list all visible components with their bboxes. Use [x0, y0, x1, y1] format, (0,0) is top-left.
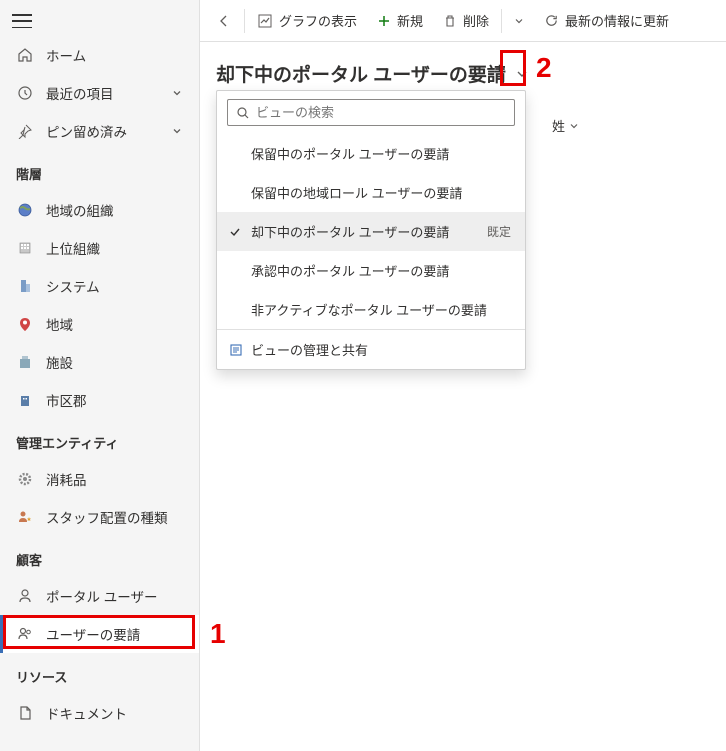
- clock-icon: [16, 84, 34, 102]
- nav-parent-org[interactable]: 上位組織: [0, 229, 199, 267]
- map-pin-icon: [16, 315, 34, 333]
- nav-label: ピン留め済み: [46, 121, 127, 141]
- nav-label: 消耗品: [46, 469, 87, 489]
- manage-label: ビューの管理と共有: [251, 340, 368, 359]
- building-icon: [16, 277, 34, 295]
- button-label: グラフの表示: [279, 11, 357, 30]
- column-label: 姓: [552, 116, 565, 135]
- chart-icon: [257, 13, 273, 29]
- search-icon: [236, 106, 250, 120]
- back-arrow-icon: [216, 13, 232, 29]
- view-search-box[interactable]: [227, 99, 515, 126]
- chevron-down-icon: [171, 87, 183, 99]
- new-button[interactable]: 新規: [367, 5, 433, 36]
- gear-icon: [16, 470, 34, 488]
- nav-staffing[interactable]: スタッフ配置の種類: [0, 498, 199, 536]
- nav-label: 最近の項目: [46, 83, 114, 103]
- nav-label: 地域の組織: [46, 200, 114, 220]
- plus-icon: [377, 14, 391, 28]
- nav-portal-users[interactable]: ポータル ユーザー: [0, 577, 199, 615]
- nav-region-org[interactable]: 地域の組織: [0, 191, 199, 229]
- nav-label: 施設: [46, 352, 73, 372]
- back-button[interactable]: [206, 7, 242, 35]
- nav-facility[interactable]: 施設: [0, 343, 199, 381]
- city-icon: [16, 391, 34, 409]
- chevron-down-icon: [569, 121, 579, 131]
- nav-pinned[interactable]: ピン留め済み: [0, 112, 199, 150]
- person-icon: [16, 587, 34, 605]
- people-icon: [16, 625, 34, 643]
- view-option-pending-portal[interactable]: 保留中のポータル ユーザーの要請: [217, 134, 525, 173]
- view-option-label: 却下中のポータル ユーザーの要請: [251, 222, 449, 241]
- nav-label: スタッフ配置の種類: [46, 507, 168, 527]
- view-option-approved-portal[interactable]: 承認中のポータル ユーザーの要請: [217, 251, 525, 290]
- refresh-icon: [544, 13, 559, 28]
- home-icon: [16, 46, 34, 64]
- hamburger-menu-icon[interactable]: [12, 14, 32, 28]
- refresh-button[interactable]: 最新の情報に更新: [534, 5, 679, 36]
- view-search-input[interactable]: [256, 105, 506, 120]
- nav-label: システム: [46, 276, 100, 296]
- facility-icon: [16, 353, 34, 371]
- nav-label: ポータル ユーザー: [46, 586, 157, 606]
- view-option-pending-region[interactable]: 保留中の地域ロール ユーザーの要請: [217, 173, 525, 212]
- nav-region[interactable]: 地域: [0, 305, 199, 343]
- button-label: 新規: [397, 11, 423, 30]
- delete-dropdown[interactable]: [504, 10, 534, 32]
- column-header-lastname[interactable]: 姓: [552, 116, 579, 135]
- section-header-hierarchy: 階層: [0, 150, 199, 191]
- nav-system[interactable]: システム: [0, 267, 199, 305]
- view-dropdown: 保留中のポータル ユーザーの要請 保留中の地域ロール ユーザーの要請 却下中のポ…: [216, 90, 526, 370]
- nav-label: 上位組織: [46, 238, 100, 258]
- nav-label: 地域: [46, 314, 73, 334]
- nav-documents[interactable]: ドキュメント: [0, 694, 199, 732]
- document-icon: [16, 704, 34, 722]
- section-header-resources: リソース: [0, 653, 199, 694]
- nav-user-requests[interactable]: ユーザーの要請: [0, 615, 199, 653]
- view-option-label: 保留中のポータル ユーザーの要請: [251, 144, 449, 163]
- nav-recent[interactable]: 最近の項目: [0, 74, 199, 112]
- nav-home[interactable]: ホーム: [0, 36, 199, 74]
- pin-icon: [16, 122, 34, 140]
- view-option-label: 承認中のポータル ユーザーの要請: [251, 261, 449, 280]
- building-grid-icon: [16, 239, 34, 257]
- nav-label: ユーザーの要請: [46, 624, 140, 644]
- manage-views-button[interactable]: ビューの管理と共有: [217, 329, 525, 369]
- globe-icon: [16, 201, 34, 219]
- view-title: 却下中のポータル ユーザーの要請: [216, 60, 506, 87]
- nav-label: 市区郡: [46, 390, 87, 410]
- manage-icon: [229, 343, 243, 357]
- person-star-icon: [16, 508, 34, 526]
- show-chart-button[interactable]: グラフの表示: [247, 5, 367, 36]
- default-badge: 既定: [487, 223, 511, 240]
- view-chevron-button[interactable]: [512, 62, 532, 86]
- view-option-inactive-portal[interactable]: 非アクティブなポータル ユーザーの要請: [217, 290, 525, 329]
- nav-city[interactable]: 市区郡: [0, 381, 199, 419]
- main-area: グラフの表示 新規 削除 最新の情報に更新 却下中のポータル ユーザーの要請: [200, 0, 726, 751]
- chevron-down-icon: [171, 125, 183, 137]
- trash-icon: [443, 14, 457, 28]
- view-option-label: 保留中の地域ロール ユーザーの要請: [251, 183, 462, 202]
- nav-consumables[interactable]: 消耗品: [0, 460, 199, 498]
- view-option-rejected-portal[interactable]: 却下中のポータル ユーザーの要請 既定: [217, 212, 525, 251]
- toolbar: グラフの表示 新規 削除 最新の情報に更新: [200, 0, 726, 42]
- hamburger-row: [0, 6, 199, 36]
- chevron-down-icon: [515, 67, 529, 81]
- section-header-customers: 顧客: [0, 536, 199, 577]
- view-option-label: 非アクティブなポータル ユーザーの要請: [251, 300, 487, 319]
- button-label: 最新の情報に更新: [565, 11, 669, 30]
- content-area: 却下中のポータル ユーザーの要請 保留中のポータル ユーザーの要請 保留中の地域…: [200, 42, 726, 119]
- check-icon: [229, 226, 243, 238]
- chevron-down-icon: [514, 16, 524, 26]
- view-selector[interactable]: 却下中のポータル ユーザーの要請: [216, 60, 710, 87]
- nav-label: ホーム: [46, 45, 86, 65]
- delete-button[interactable]: 削除: [433, 5, 499, 36]
- section-header-admin: 管理エンティティ: [0, 419, 199, 460]
- nav-label: ドキュメント: [46, 703, 127, 723]
- sidebar: ホーム 最近の項目 ピン留め済み 階層 地域の組織 上位組織: [0, 0, 200, 751]
- button-label: 削除: [463, 11, 489, 30]
